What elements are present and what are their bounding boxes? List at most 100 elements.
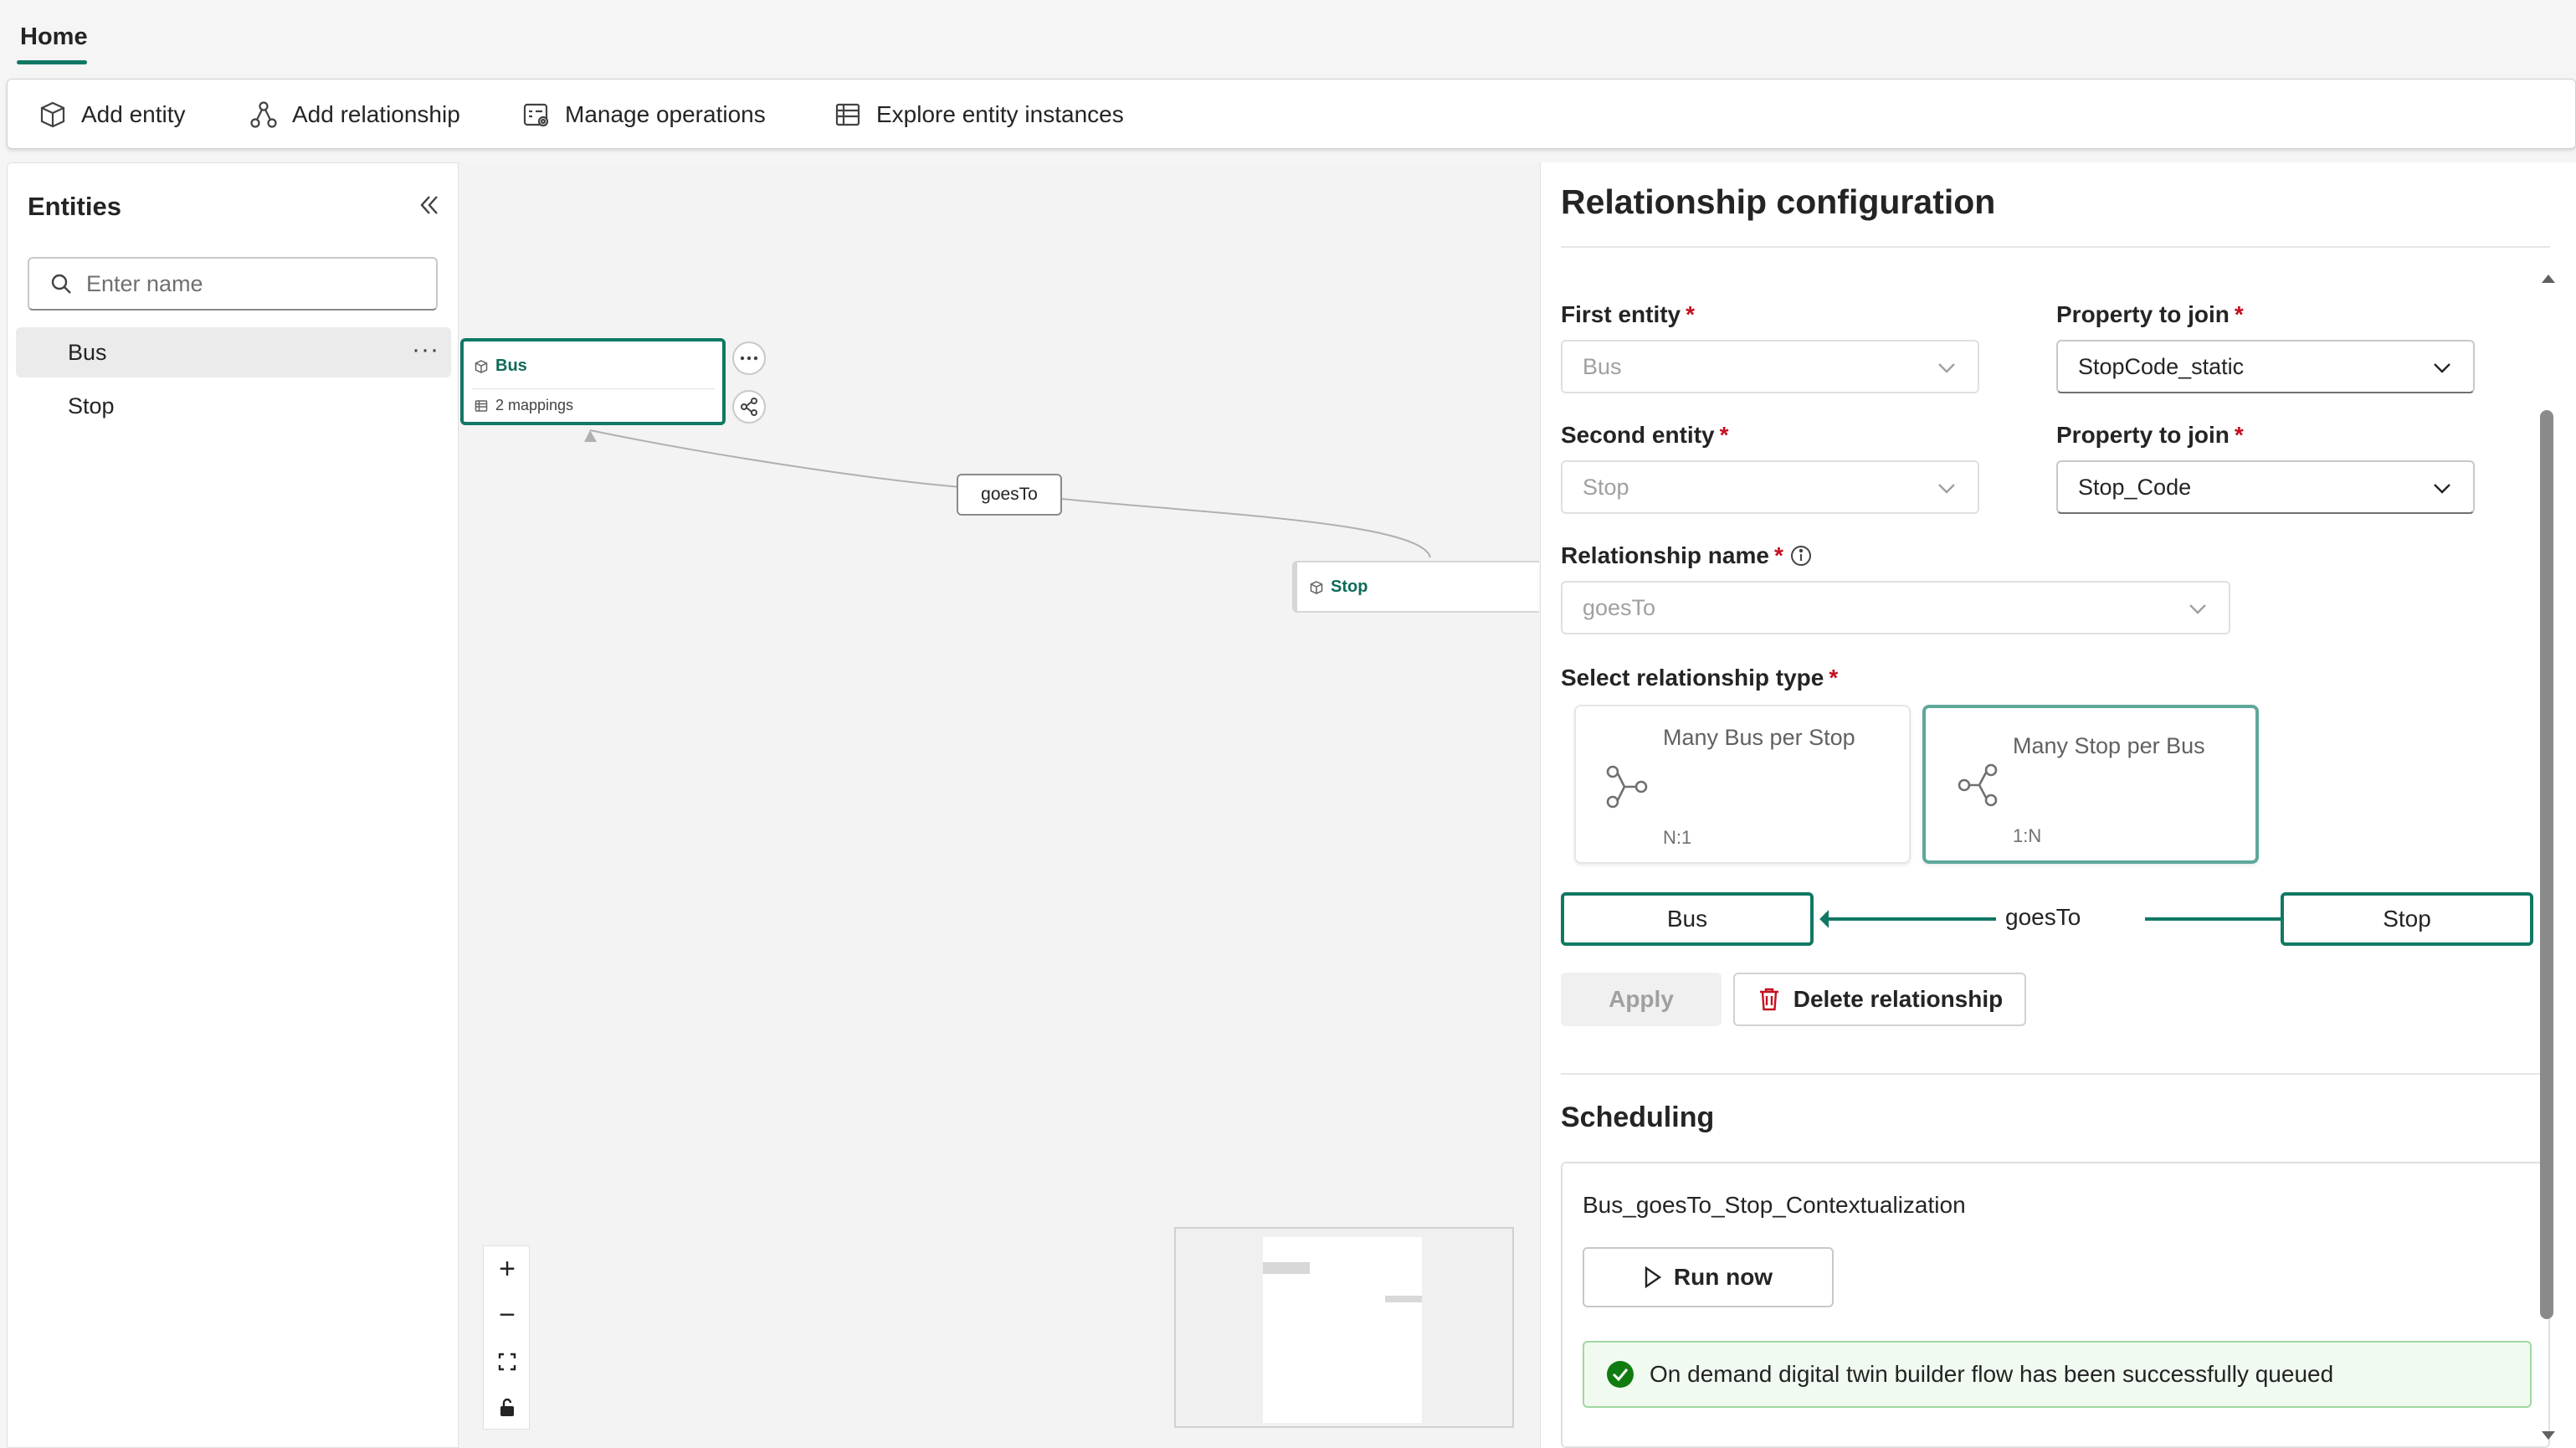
delete-relationship-button[interactable]: Delete relationship <box>1733 973 2026 1026</box>
entity-item-label: Stop <box>68 393 115 418</box>
share-nodes-icon <box>739 397 759 417</box>
search-box[interactable] <box>28 257 438 311</box>
explore-entity-instances-label: Explore entity instances <box>876 101 1124 127</box>
entity-node-stop[interactable]: Stop <box>1292 561 1539 613</box>
entity-item-label: Bus <box>68 339 107 365</box>
entities-title: Entities <box>28 192 121 221</box>
scroll-down-arrow-icon[interactable] <box>2540 1430 2557 1443</box>
relationship-name-label: Relationship name * <box>1561 542 1814 569</box>
search-input[interactable] <box>86 270 421 297</box>
required-mark: * <box>2234 301 2244 327</box>
table-icon <box>833 100 863 130</box>
add-entity-button[interactable]: Add entity <box>38 80 186 150</box>
diagram-entity-stop: Stop <box>2281 892 2533 946</box>
run-now-label: Run now <box>1673 1264 1773 1290</box>
entity-item-bus[interactable]: Bus ··· <box>16 327 451 377</box>
minimap-node <box>1385 1296 1422 1302</box>
first-entity-label: First entity * <box>1561 301 1695 328</box>
dropdown-value: StopCode_static <box>2078 353 2245 379</box>
first-entity-dropdown[interactable]: Bus <box>1561 340 1979 393</box>
field-label-text: Property to join <box>2056 422 2230 448</box>
diagram-relationship-name: goesTo <box>2005 904 2081 930</box>
option-title: Many Stop per Bus <box>2013 733 2205 758</box>
option-title: Many Bus per Stop <box>1663 725 1855 750</box>
relationship-icon <box>249 100 279 130</box>
schedule-card: Bus_goesTo_Stop_Contextualization Run no… <box>1561 1162 2550 1448</box>
chevron-down-icon <box>2187 598 2209 619</box>
tab-bar: Home <box>0 0 2576 79</box>
lock-button[interactable] <box>484 1384 531 1430</box>
required-mark: * <box>1829 665 1839 691</box>
zoom-controls: + − <box>483 1245 530 1430</box>
property-to-join-2-dropdown[interactable]: Stop_Code <box>2056 460 2475 514</box>
zoom-out-button[interactable]: − <box>484 1292 531 1338</box>
add-relationship-button[interactable]: Add relationship <box>249 80 460 150</box>
relationship-type-label: Select relationship type * <box>1561 665 1838 691</box>
scroll-up-arrow-icon[interactable] <box>2540 271 2557 285</box>
property-to-join-2-label: Property to join * <box>2056 422 2244 449</box>
info-icon[interactable] <box>1788 543 1814 568</box>
apply-button[interactable]: Apply <box>1561 973 1722 1026</box>
field-label-text: Select relationship type <box>1561 665 1824 691</box>
property-to-join-1-dropdown[interactable]: StopCode_static <box>2056 340 2475 393</box>
node-relationship-button[interactable] <box>732 390 766 424</box>
relationship-type-option-1n[interactable]: Many Stop per Bus 1:N <box>1922 705 2259 864</box>
field-label-text: Property to join <box>2056 301 2230 327</box>
second-entity-dropdown[interactable]: Stop <box>1561 460 1979 514</box>
explore-entity-instances-button[interactable]: Explore entity instances <box>833 80 1124 150</box>
manage-operations-label: Manage operations <box>565 101 766 127</box>
field-label-text: Relationship name <box>1561 542 1769 568</box>
entity-node-bus[interactable]: Bus 2 mappings <box>460 338 726 425</box>
node-more-button[interactable] <box>732 341 766 375</box>
many-to-one-icon <box>1604 763 1651 810</box>
tab-active-indicator <box>17 60 87 64</box>
more-horizontal-icon <box>739 355 759 362</box>
graph-canvas[interactable]: Bus 2 mappings goesTo Stop + − <box>459 162 1539 1448</box>
lock-icon <box>498 1398 516 1418</box>
node-divider <box>472 388 715 389</box>
manage-operations-button[interactable]: Manage operations <box>521 80 766 150</box>
required-mark: * <box>1719 422 1729 448</box>
fit-view-button[interactable] <box>484 1338 531 1384</box>
dropdown-value: Stop <box>1583 474 1629 500</box>
node-mappings: 2 mappings <box>495 397 574 413</box>
cube-icon <box>474 359 489 374</box>
table-icon <box>474 398 489 413</box>
more-options-icon[interactable]: ··· <box>412 336 439 364</box>
chevron-down-icon <box>1936 477 1958 499</box>
scrollbar-thumb[interactable] <box>2540 410 2553 1319</box>
edge-label-goesto[interactable]: goesTo <box>957 474 1062 516</box>
dropdown-value: goesTo <box>1583 594 1656 620</box>
required-mark: * <box>1686 301 1696 327</box>
relationship-config-panel: Relationship configuration First entity … <box>1540 162 2576 1448</box>
chevron-down-icon <box>2431 477 2453 499</box>
collapse-panel-button[interactable] <box>413 188 446 222</box>
add-entity-label: Add entity <box>81 101 186 127</box>
add-relationship-label: Add relationship <box>292 101 460 127</box>
entities-panel: Entities Bus ··· Stop <box>7 162 459 1448</box>
double-chevron-left-icon <box>418 193 441 217</box>
entity-item-stop[interactable]: Stop <box>16 381 451 431</box>
required-mark: * <box>2234 422 2244 448</box>
minimap[interactable] <box>1174 1227 1514 1428</box>
option-cardinality: 1:N <box>2013 825 2042 846</box>
relationship-name-dropdown[interactable]: goesTo <box>1561 581 2230 634</box>
dropdown-value: Bus <box>1583 353 1622 379</box>
delete-relationship-label: Delete relationship <box>1793 986 2004 1012</box>
relationship-type-option-n1[interactable]: Many Bus per Stop N:1 <box>1574 705 1911 864</box>
trash-icon <box>1757 986 1782 1013</box>
scheduling-title: Scheduling <box>1561 1101 1715 1133</box>
search-icon <box>49 272 73 295</box>
minimap-node <box>1263 1262 1310 1274</box>
second-entity-label: Second entity * <box>1561 422 1729 449</box>
run-now-button[interactable]: Run now <box>1583 1247 1834 1307</box>
zoom-in-button[interactable]: + <box>484 1246 531 1292</box>
tab-home[interactable]: Home <box>20 23 88 51</box>
diagram-entity-bus: Bus <box>1561 892 1814 946</box>
toolbar: Add entity Add relationship Manage opera… <box>7 79 2576 149</box>
one-to-many-icon <box>1954 762 2001 809</box>
operations-icon <box>521 100 552 130</box>
flow-name: Bus_goesTo_Stop_Contextualization <box>1583 1192 1966 1218</box>
success-message: On demand digital twin builder flow has … <box>1583 1341 2532 1408</box>
node-title: Bus <box>495 357 527 375</box>
